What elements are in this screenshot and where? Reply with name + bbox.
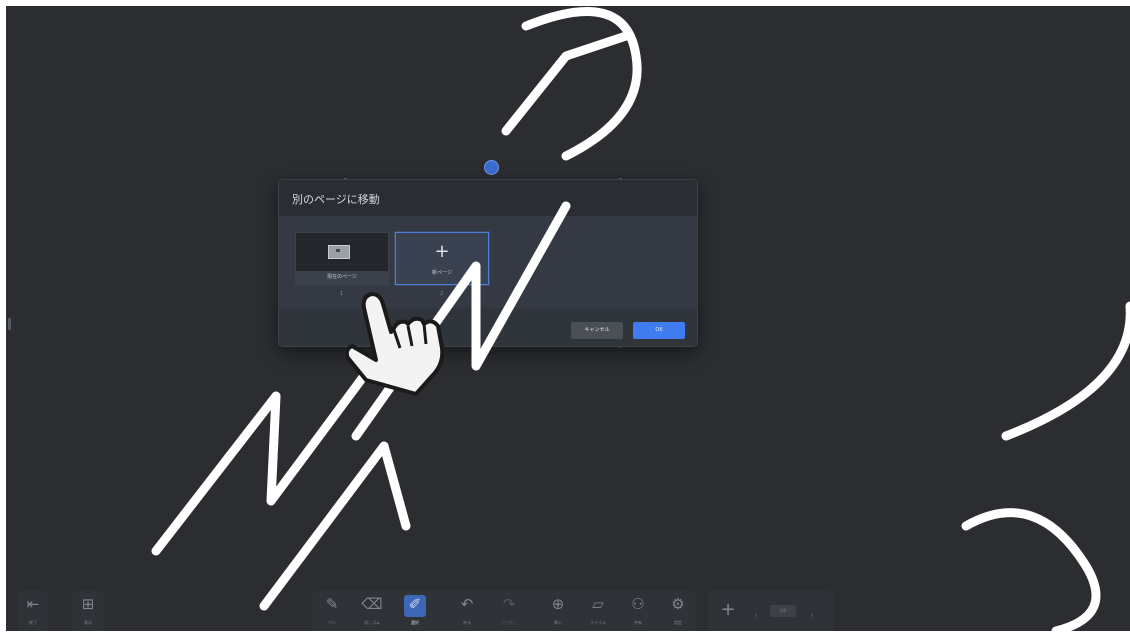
whiteboard-canvas[interactable]: 別のページに移動 現在のページ + 新ページ 1 2 キャンセル OK ⇤ 終了 bbox=[6, 6, 1130, 631]
hand-pointer-icon bbox=[346, 292, 445, 396]
watermark bbox=[151, 7, 1130, 631]
